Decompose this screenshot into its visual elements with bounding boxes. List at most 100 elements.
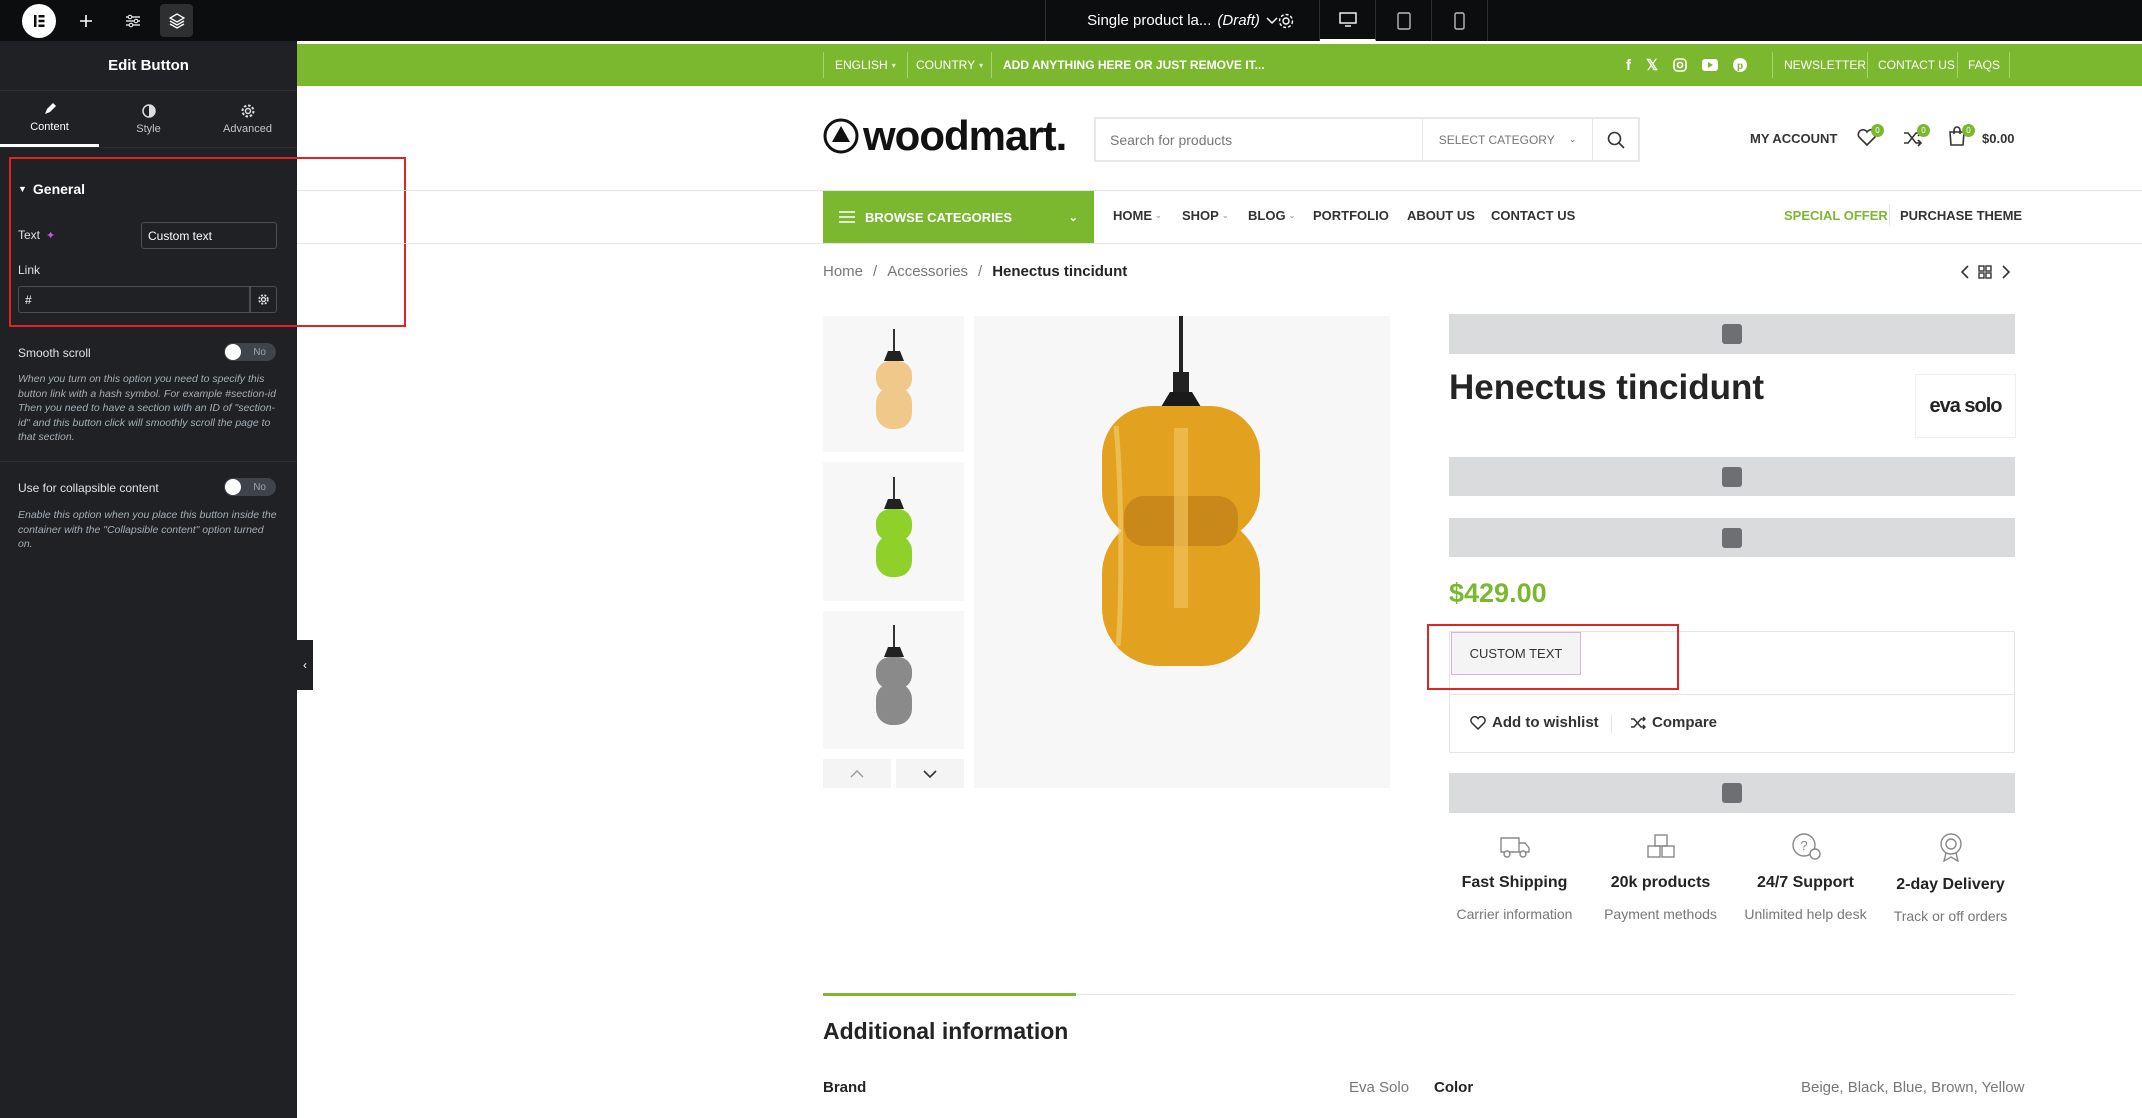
category-select[interactable]: SELECT CATEGORY ⌄ [1422,119,1592,160]
additional-info-title[interactable]: Additional information [823,1018,1068,1045]
breadcrumb: Home / Accessories / Henectus tincidunt [823,263,1127,280]
site-logo[interactable]: woodmart. [823,112,1067,160]
next-product-icon[interactable] [2002,265,2010,279]
pinterest-icon[interactable]: p [1733,58,1748,72]
page-settings-gear-icon[interactable] [1269,4,1302,37]
thumbs-up-button[interactable] [823,759,891,788]
newsletter-link[interactable]: NEWSLETTER [1784,44,1866,86]
feature-item: ? 24/7 Support Unlimited help desk [1733,832,1878,922]
tab-style-label: Style [136,122,161,135]
feature-item: Fast Shipping Carrier information [1442,832,1587,922]
compare-link[interactable]: Compare [1630,714,1717,731]
thumbs-down-button[interactable] [896,759,964,788]
product-thumbnail[interactable] [823,316,964,452]
highlight-box-general [9,157,406,327]
feature-title: Fast Shipping [1461,874,1568,891]
feature-sub: Payment methods [1604,906,1717,922]
mobile-view-icon[interactable] [1432,0,1488,41]
country-switcher[interactable]: COUNTRY ▾ [916,44,983,86]
feature-sub: Unlimited help desk [1744,906,1867,922]
grid-icon[interactable] [1978,265,1992,279]
nav-divider [297,243,2142,244]
search-button[interactable] [1592,119,1638,160]
logo-text: woodmart. [863,112,1067,159]
widget-placeholder[interactable] [1449,518,2015,557]
caret-icon: ▾ [979,60,984,70]
site-settings-icon[interactable] [116,4,149,37]
add-element-icon[interactable] [69,4,102,37]
nav-portfolio[interactable]: PORTFOLIO [1313,208,1389,223]
compare-count-badge: 0 [1917,124,1930,137]
search-icon [1607,131,1625,149]
nav-purchase-theme[interactable]: PURCHASE THEME [1900,208,2022,223]
tab-advanced-label: Advanced [223,122,272,135]
my-account-link[interactable]: MY ACCOUNT [1750,131,1837,146]
collapsible-toggle[interactable]: No [224,478,276,496]
feature-item: 2-day Delivery Track or off orders [1878,832,2023,924]
x-twitter-icon[interactable]: 𝕏 [1646,56,1658,74]
widget-placeholder[interactable] [1449,773,2015,813]
nav-special-offer[interactable]: SPECIAL OFFER [1784,208,1888,223]
product-thumbnail[interactable] [823,462,964,601]
widget-placeholder[interactable] [1449,314,2015,354]
desktop-view-icon[interactable] [1320,0,1376,41]
nav-about[interactable]: ABOUT US [1407,208,1475,223]
tab-advanced[interactable]: Advanced [198,91,297,147]
structure-layers-icon[interactable] [160,4,193,37]
compare-arrows-icon [1631,715,1646,730]
promo-text: ADD ANYTHING HERE OR JUST REMOVE IT... [1003,58,1265,72]
breadcrumb-home[interactable]: Home [823,263,863,280]
header-divider [297,190,2142,191]
pencil-icon [44,103,56,114]
search-form: Search for products SELECT CATEGORY ⌄ [1094,117,1640,162]
smooth-scroll-toggle[interactable]: No [224,343,276,361]
product-main-image[interactable] [974,316,1390,788]
nav-blog[interactable]: BLOG ⌄ [1248,208,1295,223]
divider [0,461,297,462]
panel-tabs: Content Style Advanced [0,91,297,148]
info-icon [1722,324,1742,344]
woodmart-logo-icon [823,118,859,154]
product-thumbnail[interactable] [823,611,964,749]
nav-shop[interactable]: SHOP ⌄ [1182,208,1229,223]
widget-placeholder[interactable] [1449,457,2015,496]
chevron-down-icon [923,769,937,778]
compare-label: Compare [1652,714,1718,731]
contact-link[interactable]: CONTACT US [1878,44,1955,86]
collapse-panel-handle[interactable]: ‹ [297,640,313,690]
instagram-icon[interactable] [1673,58,1687,72]
tab-style[interactable]: Style [99,91,198,147]
svg-text:p: p [1737,61,1743,72]
cart-total[interactable]: $0.00 [1982,131,2015,146]
doc-title-text: Single product la... [1087,12,1212,29]
facebook-icon[interactable]: f [1626,57,1631,74]
nav-home[interactable]: HOME ⌄ [1113,208,1162,223]
prev-product-icon[interactable] [1961,265,1969,279]
panel-title: Edit Button [0,41,297,91]
language-switcher[interactable]: ENGLISH ▾ [835,44,896,86]
breadcrumb-accessories[interactable]: Accessories [887,263,968,280]
faqs-link[interactable]: FAQS [1968,44,2000,86]
tab-content[interactable]: Content [0,91,99,147]
brand-logo[interactable]: eva solo [1915,374,2016,438]
amber-pendant-lamp-image [1102,316,1260,666]
browse-label: BROWSE CATEGORIES [865,209,1013,225]
heart-icon [1470,715,1486,730]
rating-icon [1722,527,1742,548]
youtube-icon[interactable] [1702,59,1719,71]
add-to-wishlist-link[interactable]: Add to wishlist [1470,714,1599,731]
cart-count-badge: 0 [1962,124,1975,137]
browse-categories-button[interactable]: BROWSE CATEGORIES ⌄ [823,191,1094,243]
nav-shop-label: SHOP [1182,208,1219,223]
search-input[interactable]: Search for products [1096,132,1422,148]
nav-contact[interactable]: CONTACT US [1491,208,1575,223]
support-chat-icon: ? [1791,833,1821,860]
product-price: $429.00 [1449,578,1547,608]
award-badge-icon [1939,833,1962,862]
caret-icon: ⌄ [1221,211,1229,220]
elementor-logo-icon[interactable] [22,4,56,38]
collapsible-note: Enable this option when you place this b… [18,509,277,550]
feature-item: 20k products Payment methods [1588,832,1733,922]
breadcrumb-sep: / [978,263,983,280]
tablet-view-icon[interactable] [1376,0,1432,41]
